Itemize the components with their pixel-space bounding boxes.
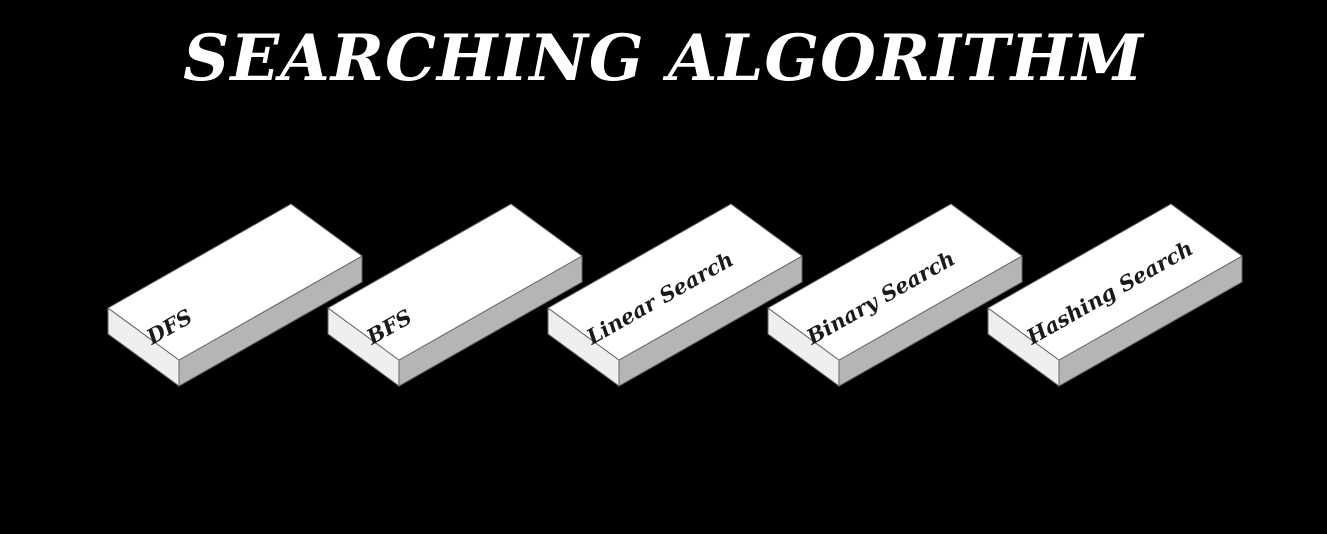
block-binary-search[interactable]: Binary Search: [767, 203, 1023, 387]
blocks-stage: DFS BFS Linear Search Binary Search Hashing …: [107, 203, 1243, 387]
block-dfs[interactable]: DFS: [107, 203, 363, 387]
page: SEARCHING ALGORITHM DFS BFS Linear Search B…: [0, 0, 1327, 534]
block-hashing-search[interactable]: Hashing Search: [987, 203, 1243, 387]
block-bfs[interactable]: BFS: [327, 203, 583, 387]
block-linear-search[interactable]: Linear Search: [547, 203, 803, 387]
